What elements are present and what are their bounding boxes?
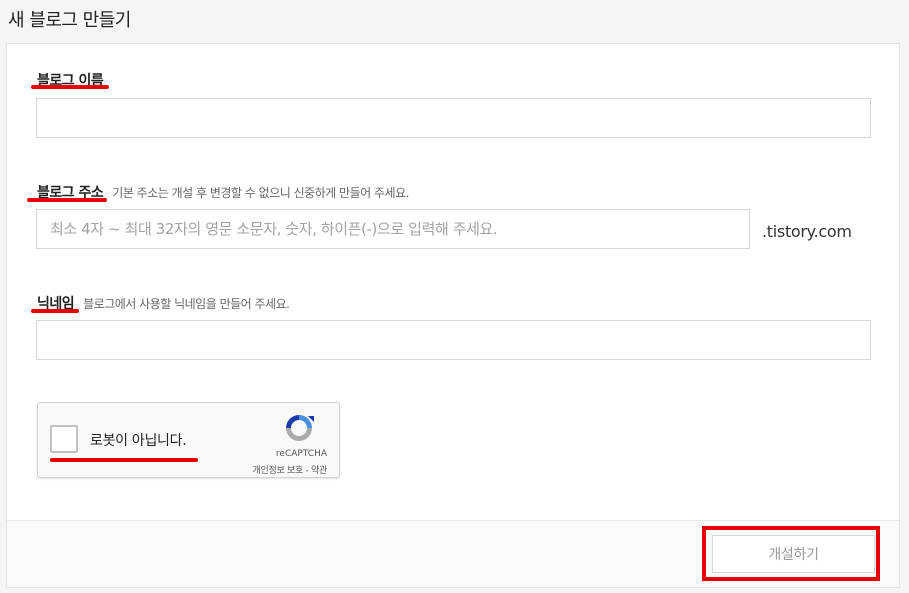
recaptcha-checkbox[interactable]: [50, 425, 78, 453]
nickname-help: 블로그에서 사용할 닉네임을 만들어 주세요.: [83, 297, 290, 311]
recaptcha-terms-link[interactable]: 개인정보 보호 - 약관: [253, 463, 328, 476]
blog-name-input[interactable]: [36, 98, 871, 138]
recaptcha-label: 로봇이 아닙니다.: [90, 433, 187, 449]
blog-address-input[interactable]: [36, 209, 750, 249]
recaptcha-logo-icon: [286, 415, 314, 441]
create-blog-form: 블로그 이름 블로그 주소 기본 주소는 개설 후 변경할 수 없으니 신중하게…: [6, 43, 900, 588]
create-blog-button[interactable]: 개설하기: [712, 535, 875, 573]
blog-address-underline: [27, 198, 107, 202]
recaptcha-underline: [50, 458, 198, 462]
blog-address-help: 기본 주소는 개설 후 변경할 수 없으니 신중하게 만들어 주세요.: [112, 186, 409, 200]
recaptcha-widget: 로봇이 아닙니다. reCAPTCHA 개인정보 보호 - 약관: [37, 402, 340, 478]
nickname-input[interactable]: [36, 320, 871, 360]
recaptcha-brand: reCAPTCHA: [275, 449, 327, 459]
blog-name-underline: [31, 85, 109, 89]
page-title: 새 블로그 만들기: [8, 10, 131, 31]
nickname-underline: [31, 309, 79, 313]
blog-address-suffix: .tistory.com: [762, 222, 852, 241]
form-footer: 개설하기: [7, 520, 899, 587]
